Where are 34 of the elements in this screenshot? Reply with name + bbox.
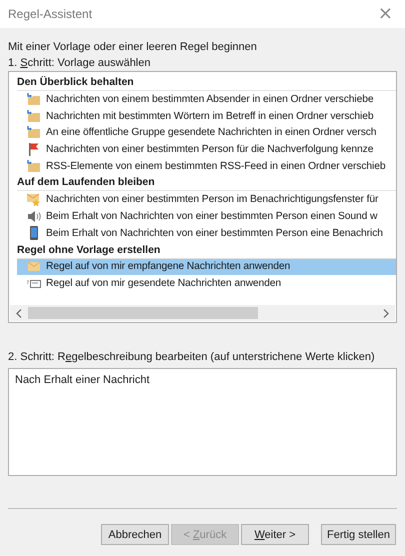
speaker-icon: [27, 210, 41, 223]
folder-arrow-icon: [27, 92, 41, 106]
template-item[interactable]: Regel auf von mir gesendete Nachrichten anwenden: [17, 275, 396, 292]
envelope-star-icon: [27, 193, 41, 206]
horizontal-scrollbar[interactable]: [10, 305, 395, 321]
template-item[interactable]: Nachrichten von einer bestimmten Person für die Nachverfolgung kennze: [17, 141, 396, 158]
dialog-button[interactable]: Fertig stellen: [321, 524, 396, 545]
intro-text: Mit einer Vorlage oder einer leeren Regel beginnen: [8, 40, 258, 55]
template-item[interactable]: Nachrichten mit bestimmten Wörtern im Betreff in einen Ordner verschieb: [17, 108, 396, 124]
window-title: Regel-Assistent: [8, 7, 92, 21]
group-heading: Auf dem Laufenden bleiben: [17, 174, 396, 192]
description-field[interactable]: Nach Erhalt einer Nachricht: [8, 368, 397, 476]
template-item[interactable]: Beim Erhalt von Nachrichten von einer bestimmten Person einen Sound w: [17, 208, 396, 225]
template-item[interactable]: RSS-Elemente von einem bestimmten RSS-Feed in einen Ordner verschieb: [17, 158, 396, 174]
scroll-left-icon[interactable]: [16, 308, 22, 318]
dialog-button[interactable]: Abbrechen: [101, 524, 170, 545]
envelope-outline-icon: [27, 277, 41, 290]
scroll-right-icon[interactable]: [383, 308, 389, 318]
folder-arrow-icon: [27, 110, 41, 123]
step-label: 2. Schritt: Regelbeschreibung bearbeiten (auf unterstrichene Werte klicken): [8, 350, 376, 365]
envelope-icon: [27, 260, 41, 274]
folder-arrow-icon: [27, 126, 41, 140]
template-item[interactable]: Nachrichten von einem bestimmten Absender in einen Ordner verschiebe: [17, 91, 396, 108]
phone-icon: [27, 226, 41, 240]
step-label: 1. Schritt: Vorlage auswählen: [8, 56, 152, 71]
dialog-button[interactable]: Weiter >: [241, 524, 310, 545]
folder-arrow-icon: [27, 160, 41, 173]
close-button[interactable]: ×: [378, 5, 393, 23]
template-item[interactable]: Beim Erhalt von Nachrichten von einer bestimmten Person eine Benachrich: [17, 224, 396, 242]
flag-icon: [27, 142, 41, 156]
template-item[interactable]: An eine öffentliche Gruppe gesendete Nachrichten in einen Ordner versch: [17, 124, 396, 142]
template-item[interactable]: Regel auf von mir empfangene Nachrichten anwenden: [17, 258, 396, 276]
group-heading: Den Überblick behalten: [17, 74, 396, 91]
template-item[interactable]: Nachrichten von einer bestimmten Person im Benachrichtigungsfenster für: [17, 191, 396, 208]
